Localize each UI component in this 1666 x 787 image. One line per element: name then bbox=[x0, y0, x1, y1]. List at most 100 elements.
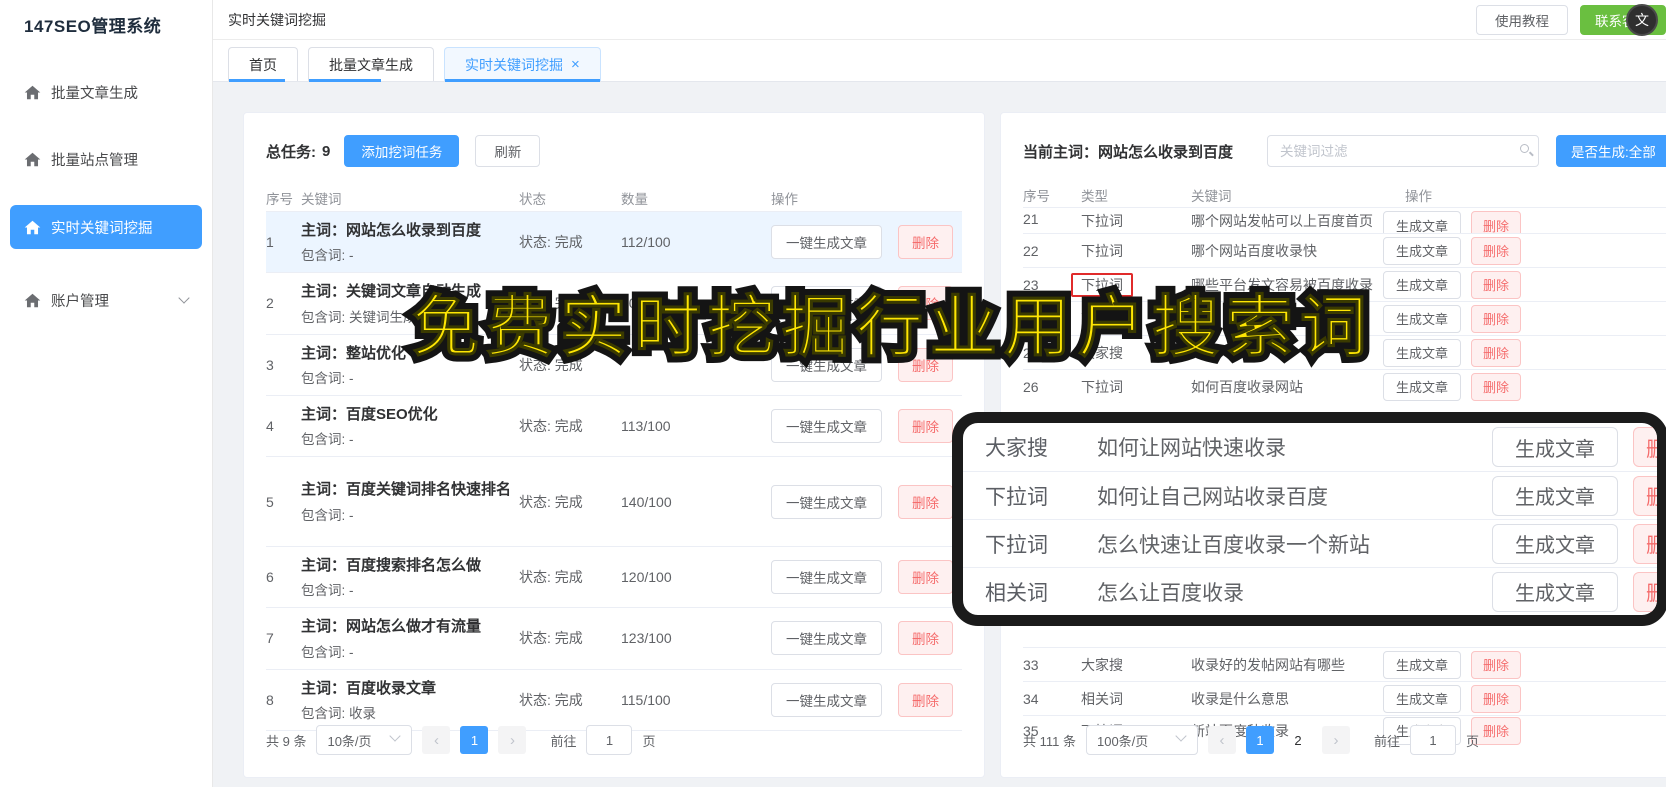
col-count: 数量 bbox=[621, 192, 648, 207]
table-row[interactable]: 21 下拉词 哪个网站发帖可以上百度首页 生成文章 删除 bbox=[1023, 207, 1666, 233]
table-row[interactable]: 7 主词：网站怎么做才有流量 包含词: - 状态: 完成 123/100 一键生… bbox=[266, 607, 962, 668]
generate-article-button[interactable]: 生成文章 bbox=[1492, 523, 1618, 564]
generate-article-button[interactable]: 生成文章 bbox=[1492, 427, 1618, 467]
generate-article-button[interactable]: 一键生成文章 bbox=[771, 682, 882, 717]
close-icon[interactable]: × bbox=[571, 57, 580, 72]
generate-article-button[interactable]: 一键生成文章 bbox=[771, 560, 882, 595]
page-unit-label: 页 bbox=[642, 733, 656, 749]
sidebar-item-site-batch[interactable]: 批量站点管理 bbox=[10, 137, 202, 181]
home-icon bbox=[24, 152, 41, 166]
delete-button[interactable]: 删除 bbox=[898, 621, 953, 656]
delete-button[interactable]: 删除 bbox=[1471, 372, 1522, 401]
row-no: 5 bbox=[266, 493, 274, 510]
delete-button[interactable]: 删除 bbox=[1471, 684, 1522, 713]
generate-article-button[interactable]: 一键生成文章 bbox=[771, 621, 882, 656]
generate-article-button[interactable]: 生成文章 bbox=[1383, 236, 1462, 265]
tab-home[interactable]: 首页 bbox=[228, 47, 298, 82]
row-no: 6 bbox=[266, 569, 274, 586]
generate-article-button[interactable]: 生成文章 bbox=[1492, 475, 1618, 516]
table-row[interactable]: 6 主词：百度搜索排名怎么做 包含词: - 状态: 完成 120/100 一键生… bbox=[266, 546, 962, 607]
page-size-select[interactable]: 10条/页 bbox=[316, 725, 413, 755]
delete-button-clipped[interactable]: 删除 bbox=[1633, 427, 1657, 467]
row-main-keyword: 主词：百度SEO优化 bbox=[301, 405, 438, 423]
generate-article-button[interactable]: 生成文章 bbox=[1383, 684, 1462, 713]
help-button[interactable]: 使用教程 bbox=[1476, 5, 1568, 35]
goto-page-input[interactable] bbox=[1410, 725, 1456, 755]
generate-article-button[interactable]: 一键生成文章 bbox=[771, 225, 882, 260]
generate-article-button[interactable]: 生成文章 bbox=[1383, 338, 1462, 367]
row-no: 8 bbox=[266, 691, 274, 708]
delete-button[interactable]: 删除 bbox=[1471, 338, 1522, 367]
table-row[interactable]: 33 大家搜 收录好的发帖网站有哪些 生成文章 删除 bbox=[1023, 647, 1666, 681]
callout-row[interactable]: 大家搜 如何让网站快速收录 生成文章 删除 bbox=[963, 423, 1657, 471]
page-size-select[interactable]: 100条/页 bbox=[1085, 725, 1198, 755]
generate-article-button[interactable]: 生成文章 bbox=[1492, 571, 1618, 612]
generate-article-button[interactable]: 生成文章 bbox=[1383, 304, 1462, 333]
delete-button[interactable]: 删除 bbox=[1471, 650, 1522, 679]
chevron-down-icon bbox=[1175, 730, 1187, 742]
row-count: 113/100 bbox=[621, 417, 671, 434]
row-no: 33 bbox=[1023, 656, 1039, 673]
table-row[interactable]: 5 主词：百度关键词排名快速排名 包含词: - 状态: 完成 140/100 一… bbox=[266, 456, 962, 546]
prev-page-button[interactable]: ‹ bbox=[422, 726, 451, 754]
generate-article-button[interactable]: 一键生成文章 bbox=[771, 484, 882, 519]
sidebar-item-article-batch[interactable]: 批量文章生成 bbox=[10, 70, 202, 114]
delete-button[interactable]: 删除 bbox=[898, 408, 953, 443]
table-row[interactable]: 8 主词：百度收录文章 包含词: 收录 状态: 完成 115/100 一键生成文… bbox=[266, 668, 962, 730]
row-status: 状态: 完成 bbox=[519, 691, 583, 708]
delete-button[interactable]: 删除 bbox=[898, 225, 953, 260]
delete-button-clipped[interactable]: 删除 bbox=[1633, 571, 1657, 612]
row-include-words: 包含词: - bbox=[301, 644, 354, 660]
delete-button[interactable]: 删除 bbox=[898, 682, 953, 717]
table-row[interactable]: 34 相关词 收录是什么意思 生成文章 删除 bbox=[1023, 681, 1666, 715]
delete-button-clipped[interactable]: 删除 bbox=[1633, 475, 1657, 516]
table-row[interactable]: 4 主词：百度SEO优化 包含词: - 状态: 完成 113/100 一键生成文… bbox=[266, 394, 962, 456]
tab-label: 实时关键词挖掘 bbox=[465, 56, 563, 73]
delete-button[interactable]: 删除 bbox=[898, 484, 953, 519]
tasks-toolbar: 总任务: 9 添加挖词任务 刷新 bbox=[266, 135, 962, 167]
keyword-filter-input[interactable] bbox=[1267, 135, 1540, 167]
delete-button[interactable]: 删除 bbox=[1471, 304, 1522, 333]
delete-button[interactable]: 删除 bbox=[1471, 236, 1522, 265]
row-main-keyword: 主词：百度关键词排名快速排名 bbox=[301, 481, 512, 499]
row-status: 状态: 完成 bbox=[519, 234, 583, 251]
delete-button-clipped[interactable]: 删除 bbox=[1633, 523, 1657, 564]
table-row[interactable]: 1 主词：网站怎么收录到百度 包含词: - 状态: 完成 112/100 一键生… bbox=[266, 211, 962, 273]
row-no: 2 bbox=[266, 295, 274, 312]
goto-label: 前往 bbox=[550, 733, 577, 749]
generate-article-button[interactable]: 生成文章 bbox=[1383, 372, 1462, 401]
sidebar-item-realtime-keywords[interactable]: 实时关键词挖掘 bbox=[10, 205, 202, 249]
sidebar-item-label: 批量文章生成 bbox=[51, 85, 138, 102]
delete-button[interactable]: 删除 bbox=[1471, 270, 1522, 299]
generate-article-button[interactable]: 生成文章 bbox=[1383, 211, 1462, 233]
keywords-pagination: 共 111 条 100条/页 ‹ 1 2 › 前往 页 bbox=[1023, 725, 1479, 755]
callout-row[interactable]: 下拉词 如何让自己网站收录百度 生成文章 删除 bbox=[963, 471, 1657, 519]
table-row[interactable]: 22 下拉词 哪个网站百度收录快 生成文章 删除 bbox=[1023, 233, 1666, 267]
table-row[interactable]: 26 下拉词 如何百度收录网站 生成文章 删除 bbox=[1023, 369, 1666, 403]
prev-page-button[interactable]: ‹ bbox=[1207, 726, 1236, 754]
row-no: 22 bbox=[1023, 242, 1039, 259]
row-include-words: 包含词: - bbox=[301, 248, 354, 264]
add-task-button[interactable]: 添加挖词任务 bbox=[344, 135, 460, 167]
page-number-2[interactable]: 2 bbox=[1284, 726, 1312, 754]
next-page-button[interactable]: › bbox=[498, 726, 527, 754]
generate-article-button[interactable]: 生成文章 bbox=[1383, 650, 1462, 679]
sidebar-item-account[interactable]: 账户管理 bbox=[10, 278, 202, 322]
row-type: 下拉词 bbox=[1081, 378, 1123, 395]
page-number-1[interactable]: 1 bbox=[1245, 726, 1274, 754]
generate-all-button[interactable]: 是否生成:全部 bbox=[1556, 135, 1666, 167]
callout-row[interactable]: 相关词 怎么让百度收录 生成文章 删除 bbox=[963, 567, 1657, 615]
next-page-button[interactable]: › bbox=[1321, 726, 1350, 754]
delete-button[interactable]: 删除 bbox=[1471, 211, 1522, 233]
tab-realtime-keywords[interactable]: 实时关键词挖掘 × bbox=[444, 47, 601, 82]
generate-article-button[interactable]: 生成文章 bbox=[1383, 270, 1462, 299]
delete-button[interactable]: 删除 bbox=[898, 560, 953, 595]
refresh-button[interactable]: 刷新 bbox=[475, 135, 541, 167]
translate-icon[interactable]: 文 bbox=[1626, 4, 1658, 36]
callout-row[interactable]: 下拉词 怎么快速让百度收录一个新站 生成文章 删除 bbox=[963, 519, 1657, 567]
col-status: 状态 bbox=[519, 192, 546, 207]
tab-article-batch[interactable]: 批量文章生成 bbox=[308, 47, 434, 82]
generate-article-button[interactable]: 一键生成文章 bbox=[771, 408, 882, 443]
goto-page-input[interactable] bbox=[586, 725, 633, 755]
page-number-1[interactable]: 1 bbox=[460, 726, 489, 754]
